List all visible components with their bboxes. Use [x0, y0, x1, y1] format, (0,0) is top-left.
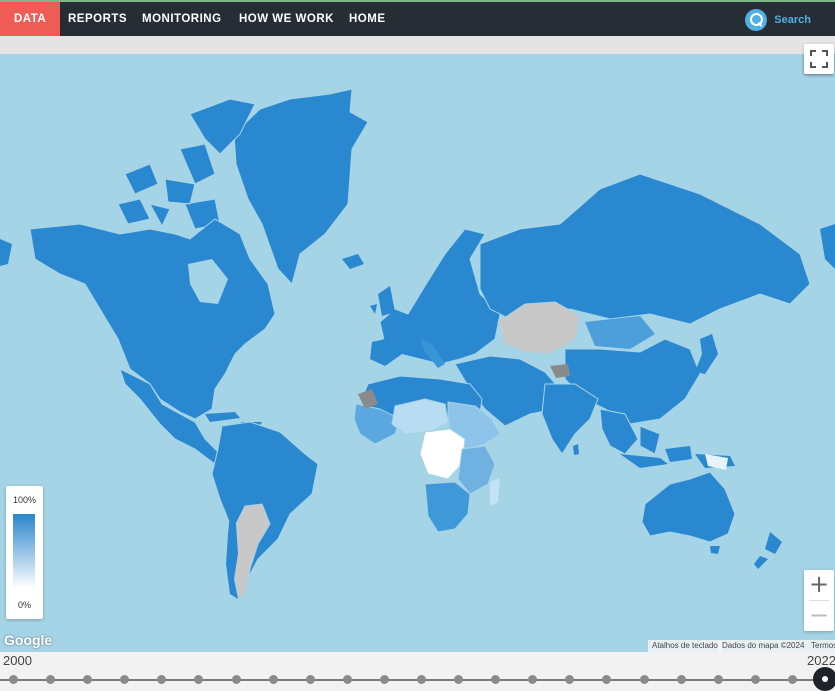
india-shape[interactable]	[541, 383, 599, 455]
world-map-shapes[interactable]	[0, 54, 835, 652]
madagascar-shape[interactable]	[490, 478, 500, 506]
southern-africa-shape[interactable]	[424, 481, 471, 533]
sub-header-bar	[0, 36, 835, 54]
timeline-year-dot[interactable]	[9, 675, 18, 684]
search-button[interactable]: Search	[745, 8, 811, 32]
map-data-attribution: Dados do mapa ©2024	[718, 640, 809, 652]
timeline-year-dot[interactable]	[713, 675, 723, 684]
mongolia-shape[interactable]	[585, 316, 655, 349]
map-legend: 100% 0%	[6, 486, 43, 619]
central-africa-shape[interactable]	[419, 428, 466, 480]
timeline-year-dot[interactable]	[231, 675, 241, 684]
sri-lanka-shape[interactable]	[573, 444, 579, 455]
timeline-year-dot[interactable]	[305, 675, 315, 684]
timeline-year-dot[interactable]	[120, 675, 130, 684]
japan-shape[interactable]	[695, 334, 718, 374]
timeline-start-year: 2000	[3, 653, 32, 668]
far-east-shape[interactable]	[820, 224, 835, 269]
zoom-out-button[interactable]: −	[804, 601, 834, 631]
expand-icon[interactable]	[810, 50, 816, 56]
nav-reports[interactable]: REPORTS	[68, 2, 127, 36]
nav-monitoring[interactable]: MONITORING	[142, 2, 222, 36]
timeline-year-dot[interactable]	[787, 675, 797, 684]
search-label[interactable]: Search	[774, 14, 811, 26]
top-nav-bar: DATA REPORTS MONITORING HOW WE WORK HOME…	[0, 0, 835, 36]
timeline-year-dot[interactable]	[194, 675, 204, 684]
east-africa-shape[interactable]	[457, 445, 496, 495]
arctic-islands-shape[interactable]	[117, 98, 256, 230]
uk-shape[interactable]	[370, 286, 395, 316]
nav-home[interactable]: HOME	[349, 2, 386, 36]
timeline-selected-handle[interactable]	[813, 667, 835, 691]
tasmania-shape[interactable]	[710, 546, 720, 554]
russia-shape[interactable]	[479, 173, 811, 325]
timeline-year-dot[interactable]	[342, 675, 352, 684]
map-fullscreen-control[interactable]	[804, 44, 834, 74]
timeline-year-dot[interactable]	[46, 675, 56, 684]
timeline-year-dot[interactable]	[676, 675, 686, 684]
timeline-year-dot[interactable]	[565, 675, 575, 684]
timeline-year-dot[interactable]	[268, 675, 278, 684]
google-logo[interactable]: Google	[4, 632, 52, 648]
year-timeline[interactable]: 2000 2022	[0, 652, 835, 691]
search-icon[interactable]	[745, 9, 768, 31]
timeline-year-dot[interactable]	[379, 675, 389, 684]
zoom-controls: + −	[804, 570, 834, 631]
timeline-year-dot[interactable]	[639, 675, 649, 684]
iceland-shape[interactable]	[342, 254, 364, 269]
legend-min-label: 0%	[17, 600, 31, 610]
pakistan-shape[interactable]	[550, 364, 570, 378]
timeline-year-dot[interactable]	[602, 675, 612, 684]
australia-shape[interactable]	[641, 471, 736, 543]
new-zealand-shape[interactable]	[754, 532, 782, 569]
legend-gradient	[13, 514, 35, 588]
greenland-shape[interactable]	[233, 88, 369, 286]
iberia-shape[interactable]	[370, 336, 402, 366]
timeline-year-dot[interactable]	[491, 675, 501, 684]
timeline-year-dot[interactable]	[750, 675, 760, 684]
legend-max-label: 100%	[12, 495, 37, 505]
timeline-year-dot[interactable]	[83, 675, 93, 684]
nav-how-we-work[interactable]: HOW WE WORK	[239, 2, 334, 36]
timeline-end-year: 2022	[807, 653, 835, 668]
choropleth-map[interactable]	[0, 54, 835, 652]
timeline-year-dot[interactable]	[417, 675, 426, 684]
sahel-shape[interactable]	[391, 398, 449, 435]
timeline-year-dot[interactable]	[157, 675, 167, 684]
terms-link[interactable]: Termos	[807, 640, 835, 652]
chukotka-shape[interactable]	[0, 239, 12, 266]
nav-data[interactable]: DATA	[0, 2, 61, 36]
zoom-in-button[interactable]: +	[804, 570, 834, 600]
timeline-year-dot[interactable]	[528, 675, 538, 684]
timeline-year-dot[interactable]	[454, 675, 464, 684]
keyboard-shortcuts-link[interactable]: Atalhos de teclado	[648, 640, 722, 652]
